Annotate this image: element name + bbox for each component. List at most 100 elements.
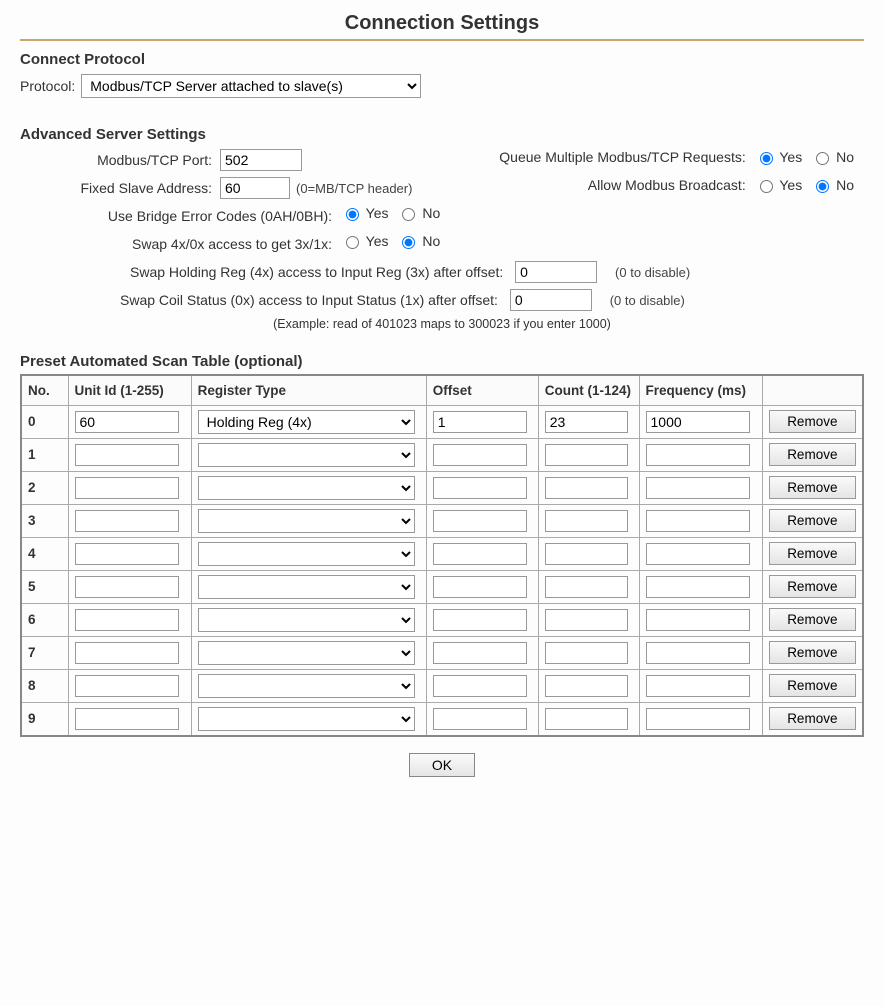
row-no: 5 xyxy=(21,570,68,603)
title-divider xyxy=(20,39,864,41)
count-input[interactable] xyxy=(545,510,628,532)
offset-input[interactable] xyxy=(433,477,527,499)
col-count: Count (1-124) xyxy=(538,375,639,405)
offset-input[interactable] xyxy=(433,675,527,697)
col-no: No. xyxy=(21,375,68,405)
unit-id-input[interactable] xyxy=(75,444,180,466)
remove-button[interactable]: Remove xyxy=(769,575,856,598)
unit-id-input[interactable] xyxy=(75,543,180,565)
frequency-input[interactable] xyxy=(646,609,751,631)
offset-input[interactable] xyxy=(433,576,527,598)
row-no: 4 xyxy=(21,537,68,570)
row-no: 8 xyxy=(21,669,68,702)
remove-button[interactable]: Remove xyxy=(769,410,856,433)
frequency-input[interactable] xyxy=(646,576,751,598)
offset-input[interactable] xyxy=(433,510,527,532)
remove-button[interactable]: Remove xyxy=(769,509,856,532)
modbus-tcp-port-input[interactable] xyxy=(220,149,302,171)
table-row: 2 Remove xyxy=(21,471,863,504)
row-no: 1 xyxy=(21,438,68,471)
register-type-select[interactable] xyxy=(198,674,416,698)
page-title: Connection Settings xyxy=(20,12,864,35)
modbus-tcp-port-label: Modbus/TCP Port: xyxy=(20,149,220,171)
swap-yes-option[interactable]: Yes xyxy=(346,233,388,249)
remove-button[interactable]: Remove xyxy=(769,542,856,565)
bridge-no-option[interactable]: No xyxy=(402,205,440,221)
col-freq: Frequency (ms) xyxy=(639,375,762,405)
row-no: 9 xyxy=(21,702,68,736)
fixed-slave-input[interactable] xyxy=(220,177,290,199)
frequency-input[interactable] xyxy=(646,510,751,532)
unit-id-input[interactable] xyxy=(75,510,180,532)
queue-no-option[interactable]: No xyxy=(816,149,854,165)
protocol-label: Protocol: xyxy=(20,78,75,94)
offset-input[interactable] xyxy=(433,609,527,631)
remove-button[interactable]: Remove xyxy=(769,641,856,664)
remove-button[interactable]: Remove xyxy=(769,707,856,730)
swap-holding-input[interactable] xyxy=(515,261,597,283)
unit-id-input[interactable] xyxy=(75,642,180,664)
count-input[interactable] xyxy=(545,642,628,664)
frequency-input[interactable] xyxy=(646,444,751,466)
broadcast-yes-option[interactable]: Yes xyxy=(760,177,802,193)
table-row: 9 Remove xyxy=(21,702,863,736)
row-no: 3 xyxy=(21,504,68,537)
frequency-input[interactable] xyxy=(646,411,751,433)
unit-id-input[interactable] xyxy=(75,609,180,631)
register-type-select[interactable] xyxy=(198,542,416,566)
remove-button[interactable]: Remove xyxy=(769,674,856,697)
swap-holding-hint: (0 to disable) xyxy=(615,265,690,280)
register-type-select[interactable] xyxy=(198,509,416,533)
frequency-input[interactable] xyxy=(646,708,751,730)
protocol-select[interactable]: Modbus/TCP Server attached to slave(s) xyxy=(81,74,421,98)
ok-button[interactable]: OK xyxy=(409,753,475,777)
register-type-select[interactable] xyxy=(198,575,416,599)
swap-holding-label: Swap Holding Reg (4x) access to Input Re… xyxy=(130,264,503,280)
remove-button[interactable]: Remove xyxy=(769,443,856,466)
offset-input[interactable] xyxy=(433,444,527,466)
register-type-select[interactable] xyxy=(198,443,416,467)
table-row: 0 Holding Reg (4x) Remove xyxy=(21,405,863,438)
advanced-heading: Advanced Server Settings xyxy=(20,126,864,143)
table-row: 3 Remove xyxy=(21,504,863,537)
offset-input[interactable] xyxy=(433,708,527,730)
swap-coil-input[interactable] xyxy=(510,289,592,311)
unit-id-input[interactable] xyxy=(75,576,180,598)
count-input[interactable] xyxy=(545,576,628,598)
table-row: 5 Remove xyxy=(21,570,863,603)
table-row: 8 Remove xyxy=(21,669,863,702)
count-input[interactable] xyxy=(545,543,628,565)
table-row: 4 Remove xyxy=(21,537,863,570)
col-unit-id: Unit Id (1-255) xyxy=(68,375,191,405)
remove-button[interactable]: Remove xyxy=(769,476,856,499)
unit-id-input[interactable] xyxy=(75,411,180,433)
offset-input[interactable] xyxy=(433,642,527,664)
unit-id-input[interactable] xyxy=(75,477,180,499)
queue-yes-option[interactable]: Yes xyxy=(760,149,802,165)
frequency-input[interactable] xyxy=(646,675,751,697)
frequency-input[interactable] xyxy=(646,477,751,499)
unit-id-input[interactable] xyxy=(75,708,180,730)
register-type-select[interactable] xyxy=(198,476,416,500)
offset-input[interactable] xyxy=(433,543,527,565)
frequency-input[interactable] xyxy=(646,642,751,664)
frequency-input[interactable] xyxy=(646,543,751,565)
bridge-yes-option[interactable]: Yes xyxy=(346,205,388,221)
count-input[interactable] xyxy=(545,609,628,631)
register-type-select[interactable] xyxy=(198,608,416,632)
count-input[interactable] xyxy=(545,477,628,499)
count-input[interactable] xyxy=(545,675,628,697)
broadcast-no-option[interactable]: No xyxy=(816,177,854,193)
row-no: 2 xyxy=(21,471,68,504)
unit-id-input[interactable] xyxy=(75,675,180,697)
offset-input[interactable] xyxy=(433,411,527,433)
count-input[interactable] xyxy=(545,411,628,433)
row-no: 0 xyxy=(21,405,68,438)
swap-no-option[interactable]: No xyxy=(402,233,440,249)
remove-button[interactable]: Remove xyxy=(769,608,856,631)
register-type-select[interactable]: Holding Reg (4x) xyxy=(198,410,416,434)
register-type-select[interactable] xyxy=(198,707,416,731)
count-input[interactable] xyxy=(545,708,628,730)
register-type-select[interactable] xyxy=(198,641,416,665)
count-input[interactable] xyxy=(545,444,628,466)
